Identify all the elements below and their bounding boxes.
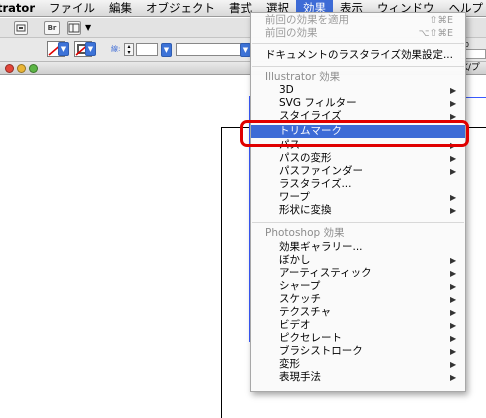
stroke-weight-input[interactable]: [136, 43, 158, 56]
menu-section-label: Photoshop 効果: [265, 227, 345, 239]
menu-item-artistic[interactable]: アーティスティック ▶: [251, 267, 465, 280]
submenu-arrow-icon: ▶: [450, 99, 457, 108]
fill-dropdown[interactable]: ▼: [58, 42, 69, 56]
menu-item-sharpen[interactable]: シャープ ▶: [251, 280, 465, 293]
menu-item-warp[interactable]: ワープ ▶: [251, 191, 465, 204]
menu-item-label: ビデオ: [279, 319, 311, 331]
menu-item-label: ラスタライズ...: [279, 178, 352, 190]
shortcut-label: ⇧⌘E: [429, 15, 453, 26]
menu-item-label: ワープ: [279, 191, 310, 203]
menu-item-label: 3D: [279, 84, 294, 96]
menu-item-apply-last-effect[interactable]: 前回の効果を適用 ⇧⌘E: [251, 14, 465, 27]
menu-item-distort-transform[interactable]: パスの変形 ▶: [251, 152, 465, 165]
zoom-icon[interactable]: [29, 64, 38, 73]
submenu-arrow-icon: ▶: [450, 295, 457, 304]
submenu-arrow-icon: ▶: [450, 282, 457, 291]
workspace-icon[interactable]: [67, 21, 81, 35]
menu-item-label: アーティスティック: [279, 267, 372, 279]
menu-item-label: ぼかし: [279, 254, 311, 266]
stroke-dropdown[interactable]: ▼: [85, 42, 96, 56]
menu-item-label: ドキュメントのラスタライズ効果設定...: [265, 49, 453, 61]
menu-item-label: ブラシストローク: [279, 345, 363, 357]
submenu-arrow-icon: ▶: [450, 193, 457, 202]
menu-item-label: テクスチャ: [279, 306, 332, 318]
menu-item-label: パスファインダー: [279, 165, 363, 177]
menu-item-label: 変形: [279, 358, 300, 370]
menu-section-illustrator: Illustrator 効果: [251, 71, 465, 84]
menu-item-brush-strokes[interactable]: ブラシストローク ▶: [251, 345, 465, 358]
submenu-arrow-icon: ▶: [450, 360, 457, 369]
stroke-weight-dropdown[interactable]: ▼: [161, 43, 172, 57]
style-input[interactable]: [176, 43, 246, 56]
menu-item-svg-filter[interactable]: SVG フィルター ▶: [251, 97, 465, 110]
menu-item-label: パスの変形: [279, 152, 332, 164]
menu-section-label: Illustrator 効果: [265, 71, 341, 83]
submenu-arrow-icon: ▶: [450, 154, 457, 163]
menu-item-label: 効果ギャラリー...: [279, 241, 363, 253]
submenu-arrow-icon: ▶: [450, 321, 457, 330]
submenu-arrow-icon: ▶: [450, 308, 457, 317]
menu-edit[interactable]: 編集: [102, 0, 139, 17]
bridge-button[interactable]: Br: [44, 21, 60, 35]
menu-section-photoshop: Photoshop 効果: [251, 227, 465, 240]
menu-item-document-raster-settings[interactable]: ドキュメントのラスタライズ効果設定...: [251, 49, 465, 62]
submenu-arrow-icon: ▶: [450, 256, 457, 265]
menu-item-blur[interactable]: ぼかし ▶: [251, 254, 465, 267]
menu-item-label: 前回の効果を適用: [265, 14, 349, 26]
submenu-arrow-icon: ▶: [450, 167, 457, 176]
submenu-arrow-icon: ▶: [450, 86, 457, 95]
app-menu[interactable]: trator: [0, 0, 42, 17]
menu-item-label: シャープ: [279, 280, 321, 292]
submenu-arrow-icon: ▶: [450, 373, 457, 382]
menu-item-distort[interactable]: 変形 ▶: [251, 358, 465, 371]
shortcut-label: ⌥⇧⌘E: [418, 28, 453, 39]
menu-item-sketch[interactable]: スケッチ ▶: [251, 293, 465, 306]
stroke-weight-stepper[interactable]: ▴ ▾: [124, 43, 134, 56]
menu-item-texture[interactable]: テクスチャ ▶: [251, 306, 465, 319]
menu-separator: [252, 222, 464, 223]
chevron-down-icon[interactable]: ▼: [85, 24, 91, 32]
menu-item-label: SVG フィルター: [279, 97, 357, 109]
menu-object[interactable]: オブジェクト: [139, 0, 222, 17]
menu-item-label: 表現手法: [279, 371, 321, 383]
submenu-arrow-icon: ▶: [450, 334, 457, 343]
submenu-arrow-icon: ▶: [450, 347, 457, 356]
menu-item-label: 前回の効果: [265, 27, 318, 39]
menu-item-effect-gallery[interactable]: 効果ギャラリー...: [251, 241, 465, 254]
menu-item-stylize-photoshop[interactable]: 表現手法 ▶: [251, 371, 465, 384]
menu-item-pathfinder[interactable]: パスファインダー ▶: [251, 165, 465, 178]
menu-item-label: 形状に変換: [279, 204, 332, 216]
menu-file[interactable]: ファイル: [42, 0, 102, 17]
menu-item-3d[interactable]: 3D ▶: [251, 84, 465, 97]
submenu-arrow-icon: ▶: [450, 206, 457, 215]
arrange-icon[interactable]: [14, 21, 28, 35]
menu-item-video[interactable]: ビデオ ▶: [251, 319, 465, 332]
menu-item-label: ピクセレート: [279, 332, 342, 344]
stroke-weight-label-icon: 線:: [111, 45, 121, 53]
close-icon[interactable]: [5, 64, 14, 73]
menu-item-rasterize[interactable]: ラスタライズ...: [251, 178, 465, 191]
menu-item-last-effect[interactable]: 前回の効果 ⌥⇧⌘E: [251, 27, 465, 40]
menu-item-pixelate[interactable]: ピクセレート ▶: [251, 332, 465, 345]
minimize-icon[interactable]: [17, 64, 26, 73]
effect-menu: 前回の効果を適用 ⇧⌘E 前回の効果 ⌥⇧⌘E ドキュメントのラスタライズ効果設…: [250, 12, 466, 392]
menu-item-convert-to-shape[interactable]: 形状に変換 ▶: [251, 204, 465, 217]
menu-separator: [252, 66, 464, 67]
annotation-highlight-ring: [240, 120, 469, 147]
submenu-arrow-icon: ▶: [450, 269, 457, 278]
menu-separator: [252, 43, 464, 44]
menu-item-label: スケッチ: [279, 293, 321, 305]
